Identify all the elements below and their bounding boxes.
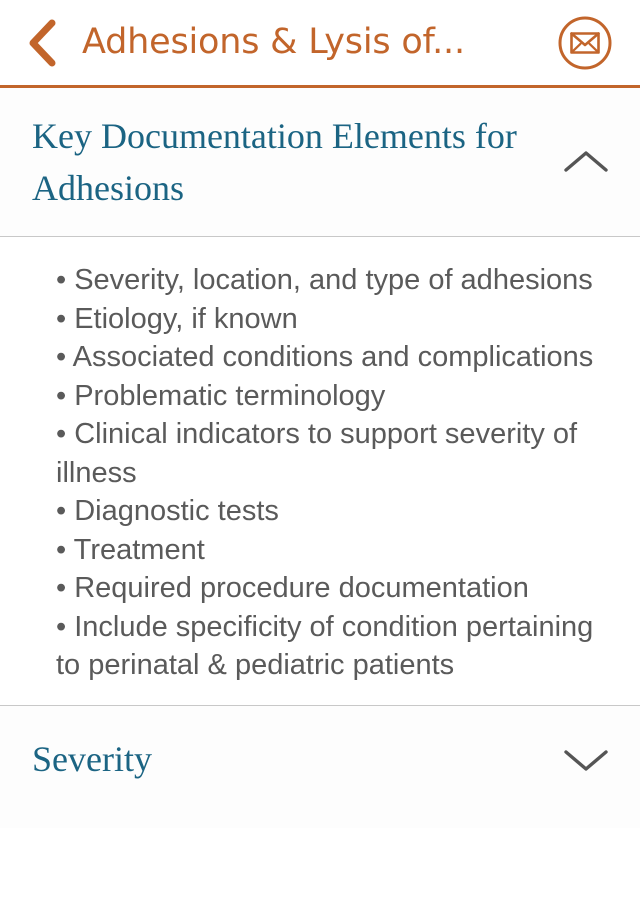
list-item: • Problematic terminology	[56, 379, 386, 412]
list-item: • Include specificity of condition perta…	[56, 610, 594, 682]
section-body-key-documentation: • Severity, location, and type of adhesi…	[0, 237, 640, 705]
section-title: Severity	[32, 739, 152, 780]
section-header-severity[interactable]: Severity	[0, 705, 640, 828]
list-item: • Treatment	[56, 533, 205, 566]
top-navigation-bar: Adhesions & Lysis of...	[0, 0, 640, 88]
chevron-up-icon[interactable]	[558, 134, 614, 190]
list-item: • Clinical indicators to support severit…	[56, 418, 578, 489]
page-title: Adhesions & Lysis of...	[82, 25, 465, 60]
mail-button[interactable]	[556, 14, 614, 72]
list-item: • Associated conditions and complication…	[56, 341, 594, 374]
chevron-down-icon[interactable]	[558, 732, 614, 788]
list-item: • Etiology, if known	[56, 302, 298, 335]
section-header-key-documentation[interactable]: Key Documentation Elements for Adhesions	[0, 88, 640, 237]
documentation-elements-list: • Severity, location, and type of adhesi…	[56, 261, 610, 685]
envelope-circle-icon	[557, 15, 613, 71]
chevron-left-icon	[26, 19, 56, 67]
back-button[interactable]	[18, 15, 64, 71]
list-item: • Diagnostic tests	[56, 495, 279, 528]
section-title: Key Documentation Elements for Adhesions	[32, 116, 517, 209]
list-item: • Severity, location, and type of adhesi…	[56, 264, 593, 297]
app-screen: Adhesions & Lysis of... Key Documentatio…	[0, 0, 640, 920]
accordion-content: Key Documentation Elements for Adhesions…	[0, 88, 640, 920]
list-item: • Required procedure documentation	[56, 572, 529, 605]
